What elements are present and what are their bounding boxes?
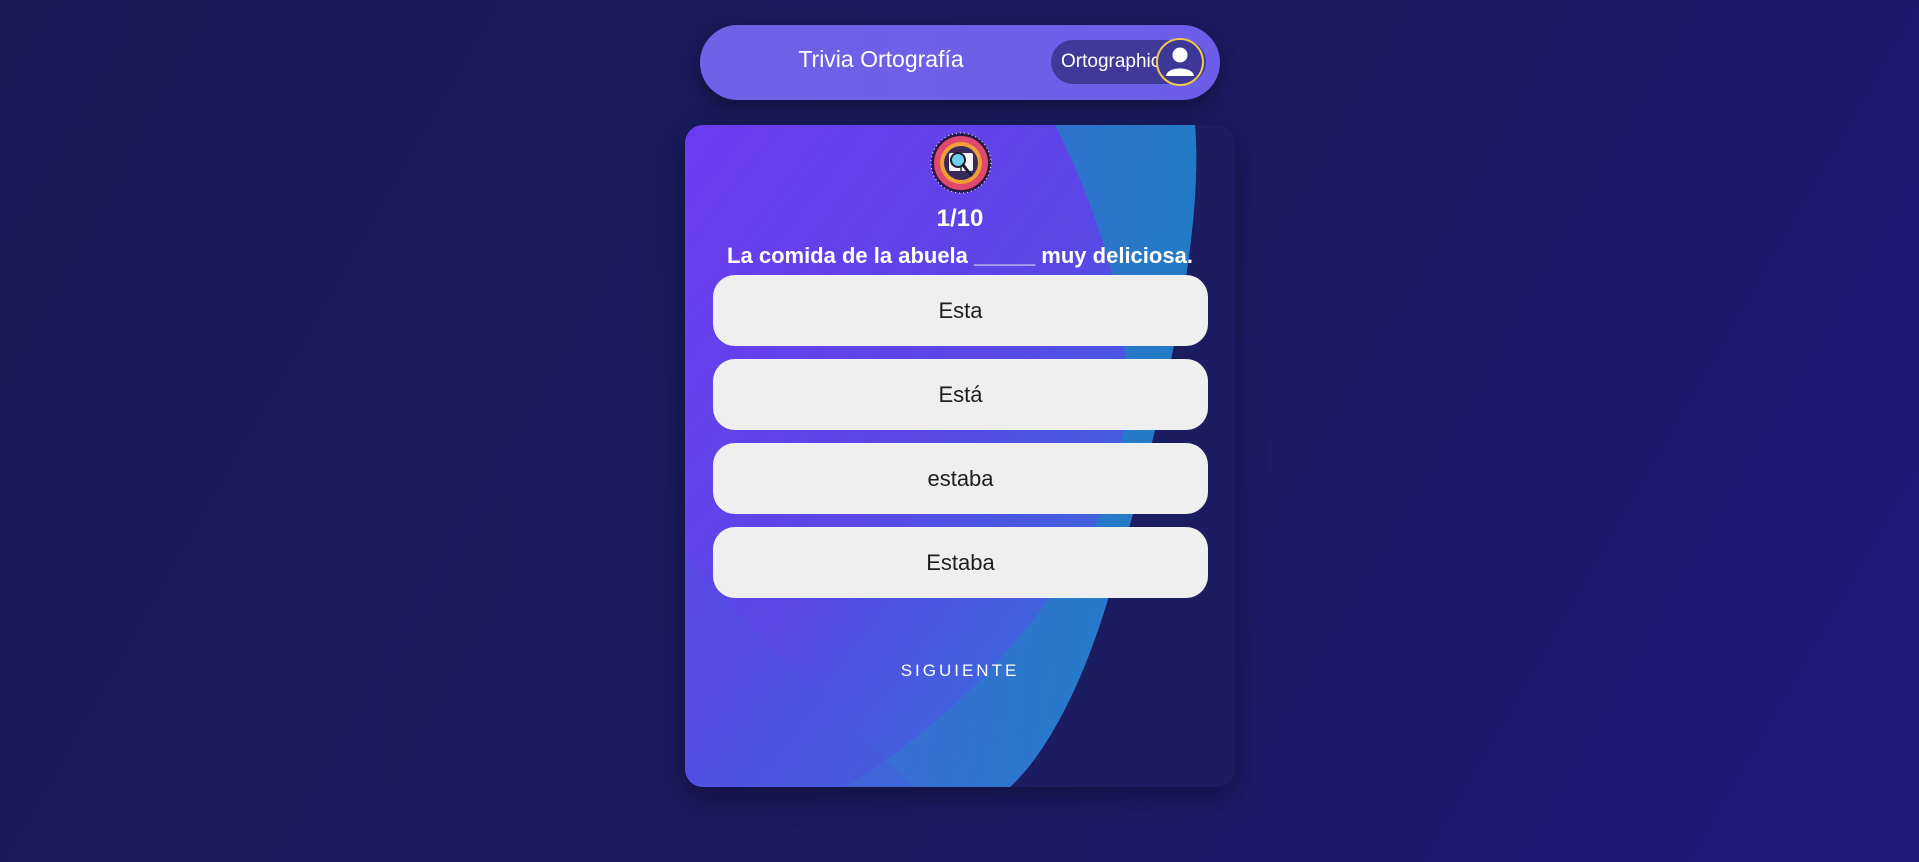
answer-option-1[interactable]: Esta <box>713 275 1208 346</box>
app-title: Trivia Ortografía <box>798 46 964 72</box>
answer-option-4[interactable]: Estaba <box>713 527 1208 598</box>
quiz-card: 1/10 La comida de la abuela _____ muy de… <box>685 125 1235 787</box>
question-text: La comida de la abuela _____ muy delicio… <box>727 243 1193 268</box>
username-label: Ortographic <box>1061 51 1161 72</box>
answer-options: Esta Está estaba Estaba <box>713 275 1208 611</box>
answer-option-2[interactable]: Está <box>713 359 1208 430</box>
question-progress: 1/10 <box>936 205 984 232</box>
magnifier-book-badge-icon <box>929 131 993 195</box>
answer-option-3[interactable]: estaba <box>713 443 1208 514</box>
user-avatar-icon[interactable] <box>1156 38 1204 86</box>
app-header: Trivia Ortografía Ortographic <box>700 25 1220 100</box>
next-button[interactable]: SIGUIENTE <box>685 661 1235 681</box>
